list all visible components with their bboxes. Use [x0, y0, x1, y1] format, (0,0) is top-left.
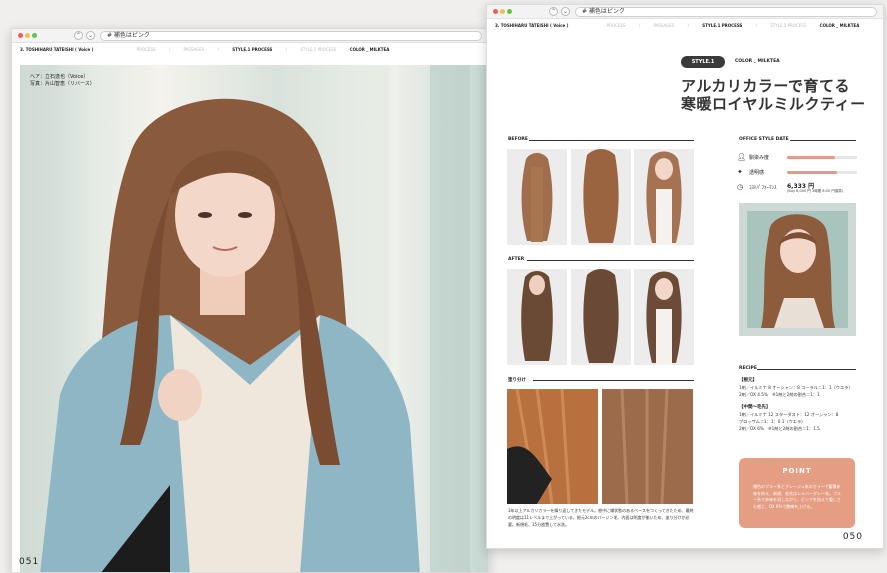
recipe-title: 【中間～毛先】 — [739, 405, 771, 410]
process-photo-1 — [507, 389, 598, 504]
process-note: 3年以上アルカリカラーを繰り返してきたモデル。根中に繊状態のあるベースをつくって… — [508, 508, 694, 527]
nav-item[interactable]: COLOR _ MILKTEA — [350, 47, 390, 52]
process-label: 塗り分け — [508, 378, 526, 383]
price-note: (Buy 8,000 円 3時間 6:00 円換算) — [787, 189, 844, 193]
nav-separator: / — [168, 47, 171, 52]
nav-separator: / — [638, 23, 641, 28]
recipe-rule — [757, 369, 856, 370]
meter-label: 透明感 — [749, 170, 765, 176]
close-dot-icon[interactable] — [493, 9, 498, 14]
zoom-dot-icon[interactable] — [32, 33, 37, 38]
nav-item[interactable]: PASSAGES — [183, 47, 204, 52]
nav-separator: / — [687, 23, 689, 28]
person-icon: 👤︎ — [737, 153, 746, 161]
chevron-up-icon[interactable]: ⌃ — [74, 31, 83, 40]
recipe-title: 【根元】 — [739, 378, 757, 383]
recipe-line: 1剤／イルミナ 12 スターダスト：12 オーシャン：8 — [739, 412, 839, 417]
nav-item[interactable]: COLOR _ MILKTEA — [820, 23, 860, 28]
recipe-line: 2剤／OX 6% ※1剤と2剤の割合＝1：1.5 — [739, 426, 820, 431]
meter-fill — [787, 171, 838, 174]
nav-separator: / — [755, 23, 758, 28]
nav-item[interactable]: PROCESS — [137, 47, 156, 52]
model-illustration — [20, 65, 470, 572]
meter-fill — [787, 156, 835, 159]
after-photo-front — [507, 269, 567, 365]
address-bar[interactable]: # 補色はピンク — [575, 7, 877, 17]
chevron-down-icon[interactable]: ⌄ — [86, 31, 95, 40]
after-rule — [527, 260, 694, 261]
point-box: POINT 補色のブルー系とグレージュ系のカラーで蓄積赤味を抑え、新規、毛先はシ… — [739, 458, 855, 528]
office-style-rule — [790, 140, 856, 141]
nav-separator: / — [285, 47, 288, 52]
page-number: 050 — [842, 532, 863, 542]
headline-line-2: 寒暖ロイヤルミルクティー — [681, 95, 866, 113]
before-photo-side — [634, 149, 694, 245]
before-label: BEFORE — [508, 137, 528, 142]
right-page-window: ⌃ ⌄ # 補色はピンク 3. TOSHIHARU TATEISHI ( Voi… — [486, 4, 884, 549]
nav-item[interactable]: STYLE.2 PROCESS — [300, 47, 336, 52]
left-page-window: ⌃ ⌄ # 補色はピンク 3. TOSHIHARU TATEISHI ( Voi… — [11, 28, 489, 573]
recipe-line: ブロッサム＝1：1：0.1（ウエラ） — [739, 419, 806, 424]
address-bar[interactable]: # 補色はピンク — [100, 31, 482, 41]
nav-separator: / — [217, 47, 219, 52]
meter-track — [787, 171, 857, 174]
after-photo-back — [571, 269, 631, 365]
close-dot-icon[interactable] — [18, 33, 23, 38]
meter-label: 馴染み度 — [749, 155, 770, 161]
nav-item[interactable]: STYLE.1 PROCESS — [232, 47, 272, 52]
nav-item[interactable]: STYLE.2 PROCESS — [770, 23, 806, 28]
office-style-label: OFFICE STYLE DATE — [739, 137, 789, 142]
right-nav-breadcrumb: 3. TOSHIHARU TATEISHI ( Voice ) PROCESS … — [495, 21, 875, 31]
point-title: POINT — [782, 467, 812, 475]
before-rule — [529, 140, 694, 141]
photo-credit: 写真：片山智恵（リバース） — [30, 81, 95, 87]
chevron-down-icon[interactable]: ⌄ — [561, 7, 570, 16]
process-photo-2 — [602, 389, 693, 504]
sparkle-icon: ✦ — [737, 168, 743, 176]
chevron-up-icon[interactable]: ⌃ — [549, 7, 558, 16]
cost-label: ｺｽﾄﾊﾟﾌｫｰﾏﾝｽ — [749, 185, 777, 191]
after-label: AFTER — [508, 257, 525, 262]
nav-item[interactable]: PASSAGES — [653, 23, 674, 28]
recipe-label: RECIPE — [739, 366, 757, 371]
recipe-line: 1剤／イルミナ 8 オーシャン：8 コーラル＝1：1（ウエラ） — [739, 385, 853, 390]
zoom-dot-icon[interactable] — [507, 9, 512, 14]
minimize-dot-icon[interactable] — [25, 33, 30, 38]
right-window-titlebar: ⌃ ⌄ # 補色はピンク — [487, 5, 883, 19]
process-rule — [533, 380, 694, 381]
page-number: 051 — [19, 557, 40, 567]
nav-item[interactable]: 3. TOSHIHARU TATEISHI ( Voice ) — [495, 23, 569, 28]
nav-item[interactable]: STYLE.1 PROCESS — [702, 23, 742, 28]
left-nav-breadcrumb: 3. TOSHIHARU TATEISHI ( Voice ) PROCESS … — [20, 45, 480, 55]
color-label: COLOR _ MILKTEA — [735, 59, 780, 64]
left-window-titlebar: ⌃ ⌄ # 補色はピンク — [12, 29, 488, 43]
hair-credit: ヘア：立石逸也（Voice） — [30, 74, 89, 80]
before-photo-front — [507, 149, 567, 245]
nav-item[interactable]: 3. TOSHIHARU TATEISHI ( Voice ) — [20, 47, 94, 52]
point-text: 補色のブルー系とグレージュ系のカラーで蓄積赤味を抑え、新規、毛先はシルバーグレー… — [753, 484, 841, 509]
nav-item[interactable]: PROCESS — [607, 23, 626, 28]
model-main-photo: ヘア：立石逸也（Voice） 写真：片山智恵（リバース） — [20, 65, 488, 572]
before-photo-back — [571, 149, 631, 245]
meter-track — [787, 156, 857, 159]
recipe-line: 2剤／OX 4.5% ※1剤と2剤の割合＝1：1 — [739, 392, 820, 397]
style-badge: STYLE.1 — [681, 56, 725, 68]
minimize-dot-icon[interactable] — [500, 9, 505, 14]
after-photo-side — [634, 269, 694, 365]
clock-icon: ◷ — [737, 183, 744, 191]
office-style-photo — [739, 203, 856, 336]
